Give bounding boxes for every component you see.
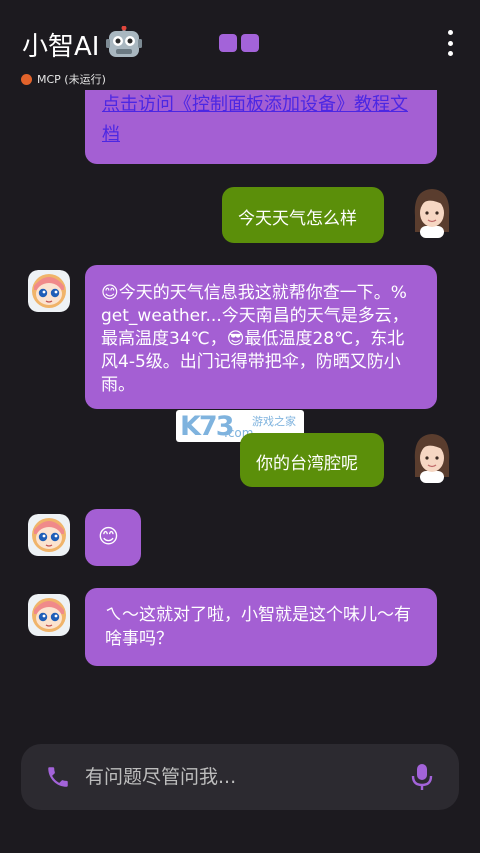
status-dot-icon: [21, 73, 32, 85]
tutorial-link[interactable]: 点击访问《控制面板添加设备》教程文档: [102, 94, 408, 145]
ai-avatar: [28, 594, 70, 636]
status-text: MCP (未运行): [37, 73, 106, 86]
robot-icon: [106, 26, 142, 57]
mode-square-icon: [241, 34, 259, 52]
menu-dot: [447, 51, 453, 56]
user-avatar: [414, 434, 450, 483]
smile-emoji-icon: 😊: [98, 524, 119, 548]
microphone-icon[interactable]: [411, 763, 433, 791]
mode-square-icon: [219, 34, 237, 52]
ai-avatar: [28, 514, 70, 556]
more-menu-button[interactable]: [442, 30, 458, 56]
message-input[interactable]: [85, 763, 385, 791]
app-header: 小智AI MCP (未运行): [0, 0, 480, 95]
app-title: 小智AI: [22, 32, 100, 62]
phone-call-icon[interactable]: [45, 764, 71, 790]
menu-dot: [447, 30, 453, 35]
watermark-site: 游戏之家: [252, 415, 296, 428]
user-message-bubble: 今天天气怎么样: [222, 187, 384, 243]
user-avatar: [414, 189, 450, 238]
menu-dot: [447, 40, 453, 46]
mcp-status: MCP (未运行): [21, 71, 106, 87]
user-message-bubble: 你的台湾腔呢: [240, 433, 384, 487]
ai-message-bubble: 点击访问《控制面板添加设备》教程文档: [85, 90, 437, 164]
mode-toggle-button[interactable]: [219, 34, 259, 52]
sunglasses-emoji-icon: 😎: [226, 329, 245, 349]
smile-emoji-icon: 😊: [101, 283, 119, 303]
ai-message-bubble: ㄟ～这就对了啦，小智就是这个味儿～有啥事吗？: [85, 588, 437, 666]
ai-avatar: [28, 270, 70, 312]
ai-message-bubble: 😊: [85, 509, 141, 566]
chat-input-bar: [21, 744, 459, 810]
ai-message-bubble: 😊今天的天气信息我这就帮你查一下。% get_weather...今天南昌的天气…: [85, 265, 437, 409]
